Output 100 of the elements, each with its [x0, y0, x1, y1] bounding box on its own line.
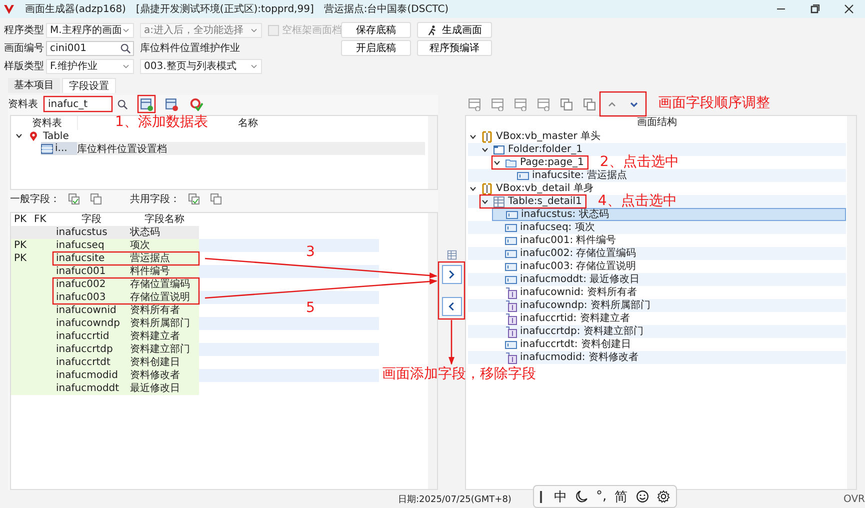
tree-item[interactable]: inafucownid: 资料所有者	[492, 286, 641, 299]
table-cell-text: inafuccrtid	[55, 330, 110, 343]
table-cell-text: 资料建立者	[129, 330, 181, 343]
field-icon	[506, 208, 518, 220]
link-field-icon	[505, 326, 517, 338]
window-title: 画面生成器(adzp168)	[25, 2, 126, 16]
input-mode-toggle[interactable]: 中	[554, 488, 567, 506]
copy-icon[interactable]	[560, 98, 573, 110]
table-cell-text: 最近修改日	[129, 382, 181, 395]
check-icon[interactable]	[190, 98, 203, 110]
add-field-button[interactable]	[442, 265, 462, 284]
form-icon[interactable]	[537, 98, 550, 110]
tab[interactable]: 基本项目	[8, 78, 60, 93]
runner-icon	[427, 24, 438, 36]
script-toggle[interactable]: 简	[614, 488, 628, 506]
table-cell-text: inafuccrtdp	[55, 343, 114, 356]
copy-icon[interactable]	[90, 193, 102, 205]
date-label: 日期:2025/07/25(GMT+8)	[398, 494, 512, 506]
search-icon[interactable]	[117, 98, 128, 110]
scrollbar[interactable]	[847, 116, 856, 489]
settings-icon[interactable]	[656, 490, 670, 503]
punctuation-toggle[interactable]: °,	[596, 489, 607, 504]
highlight-frame	[599, 91, 647, 117]
moon-icon[interactable]	[575, 490, 588, 503]
copy-icon[interactable]	[210, 193, 222, 205]
table-cell-text: 资料修改者	[129, 369, 181, 382]
drag-handle[interactable]	[540, 490, 542, 502]
chevron-left-icon	[446, 301, 457, 312]
site-label: 营运据点:台中国泰(DSCTC)	[324, 2, 449, 16]
column-header: 资料表	[11, 116, 78, 130]
annotation-text: 1、添加数据表	[115, 114, 208, 130]
emoji-icon[interactable]	[636, 490, 649, 503]
table-cell-text: inafuc002	[55, 278, 107, 291]
table-add-icon[interactable]	[140, 98, 153, 110]
grid-row[interactable]: inafuccrtdp 资料建立部门	[11, 343, 379, 356]
action-button[interactable]: 保存底稿	[341, 22, 411, 38]
copy-check-icon[interactable]	[68, 193, 80, 205]
program-type-select[interactable]: M.主程序的画面	[46, 22, 134, 38]
field-icon	[505, 338, 517, 350]
template-type-select[interactable]: F.维护作业	[46, 58, 134, 74]
restore-icon[interactable]	[809, 3, 821, 15]
generate-button[interactable]: 生成画面	[417, 22, 492, 38]
annotation-text: 画面添加字段，移除字段	[382, 366, 536, 382]
pin-icon	[28, 130, 39, 142]
scrollbar[interactable]	[428, 116, 437, 189]
table-cell-text: 存储位置说明	[129, 291, 191, 304]
copy-check-icon[interactable]	[188, 193, 200, 205]
environment-label: [鼎捷开发测试环境(正式区):topprd,99]	[136, 2, 314, 16]
tree-item[interactable]: inafuccrtid: 资料建立者	[492, 312, 634, 325]
column-header: 名称	[238, 117, 258, 130]
column-header: PK	[13, 213, 28, 226]
remove-field-button[interactable]	[442, 297, 462, 316]
tree-item[interactable]: VBox:vb_detail 单身	[468, 182, 598, 195]
tree-item[interactable]: i...	[41, 142, 77, 155]
table-cell-text: inafucmoddt	[55, 382, 120, 395]
search-icon[interactable]	[120, 42, 131, 54]
tree-item[interactable]: inafuc003: 存储位置说明	[492, 260, 640, 273]
tree-item[interactable]: Table	[11, 130, 69, 142]
table-cell-text: PK	[13, 239, 28, 252]
table-cell-text: 状态码	[129, 226, 161, 239]
table-cell-text: 资料所有者	[129, 304, 181, 317]
tree-item[interactable]: Page:page_1	[492, 156, 588, 169]
form-icon[interactable]	[514, 98, 527, 110]
tab[interactable]: 字段设置	[62, 78, 116, 93]
tree-item[interactable]: inafuccrtdt: 资料创建日	[492, 338, 635, 351]
grid-row[interactable]: inafuc001 料件编号	[11, 265, 379, 278]
tree-item[interactable]: inafucstus: 状态码	[492, 208, 846, 221]
field-label: 资料表	[8, 98, 38, 111]
tree-item[interactable]: VBox:vb_master 单头	[468, 130, 605, 143]
grid-row[interactable]: inafucmodid 资料修改者	[11, 369, 379, 382]
annotation-text: 2、点击选中	[600, 154, 679, 170]
screen-id-field[interactable]: cini001	[46, 40, 134, 56]
table-field[interactable]: inafuc_t	[45, 98, 111, 110]
tree-item[interactable]: inafuc001: 料件编号	[492, 234, 620, 247]
table-remove-icon[interactable]	[165, 98, 178, 110]
close-icon[interactable]	[843, 3, 855, 15]
table-cell-text: inafuccrtdt	[55, 356, 112, 369]
link-field-icon	[505, 300, 517, 312]
chevron-right-icon	[446, 269, 457, 280]
tree-item[interactable]: Table:s_detail1	[480, 195, 586, 208]
screen-name: 库位料件位置维护作业	[140, 42, 241, 55]
table-cell-text: inafuc001	[55, 265, 107, 278]
table-icon	[41, 142, 53, 154]
template-mode-select[interactable]: 003.整页与列表模式	[140, 58, 262, 74]
form-icon[interactable]	[491, 98, 504, 110]
action-button[interactable]: 开启底稿	[341, 40, 411, 56]
logo-icon	[3, 3, 15, 15]
table-cell-text: PK	[13, 252, 28, 265]
grid-icon[interactable]	[446, 250, 456, 260]
table-name: 库位料件位置设置档	[77, 142, 167, 156]
action-button[interactable]: 程序预编译	[417, 40, 492, 56]
expand-icon[interactable]	[14, 131, 24, 141]
copy-icon[interactable]	[583, 98, 596, 110]
grid-row[interactable]: inafucowndp 资料所属部门	[11, 317, 379, 330]
table-cell-text: 存储位置编码	[129, 278, 191, 291]
form-icon[interactable]	[468, 98, 481, 110]
table-cell-text: inafucstus	[55, 226, 108, 239]
vbox-icon	[481, 130, 493, 142]
table-icon	[493, 196, 505, 208]
column-header: FK	[33, 213, 48, 226]
